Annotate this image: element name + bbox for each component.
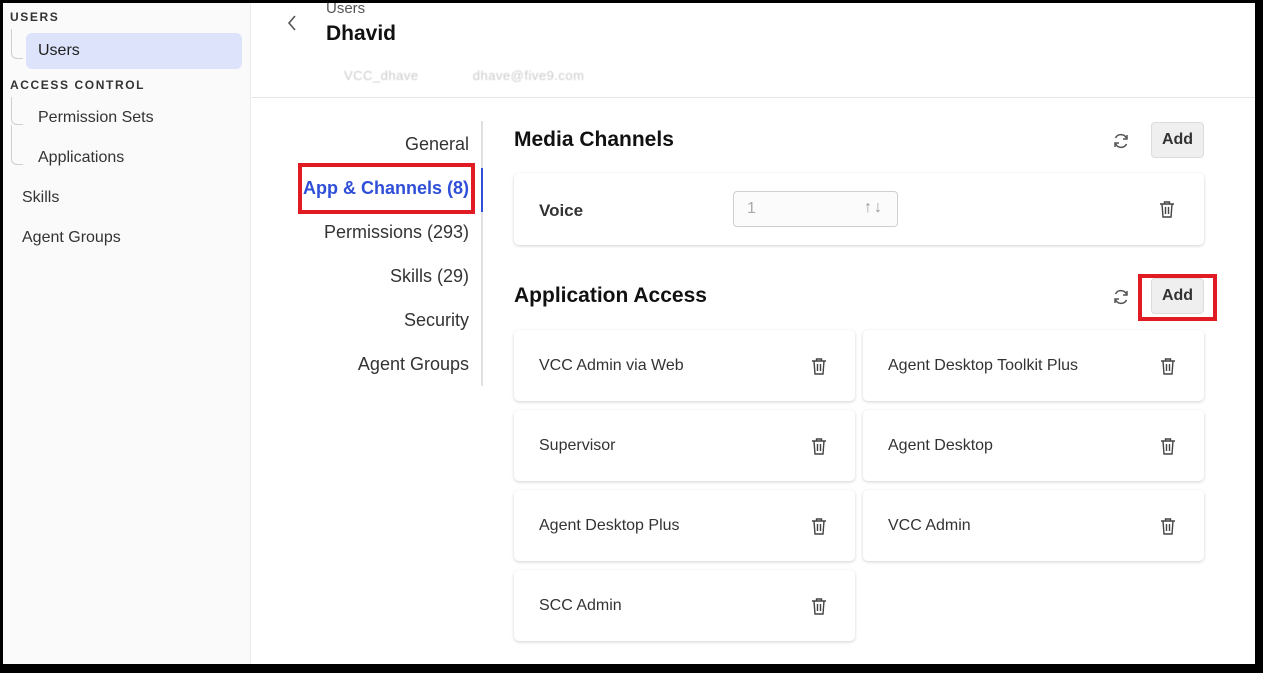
chevron-left-icon: [287, 15, 296, 31]
channel-name: Voice: [539, 201, 584, 220]
delete-application-button[interactable]: [1159, 517, 1177, 535]
media-channel-card: Voice 1 ↑↓: [514, 173, 1204, 245]
application-name: Agent Desktop Plus: [539, 517, 680, 534]
delete-application-button[interactable]: [810, 437, 828, 455]
media-add-button[interactable]: Add: [1151, 122, 1204, 158]
tree-connector: [11, 97, 23, 125]
user-meta: VCC_dhave dhave@five9.com: [326, 68, 584, 83]
apps-refresh-button[interactable]: [1110, 286, 1132, 308]
trash-icon: [1161, 358, 1175, 375]
arrow-down-icon[interactable]: ↓: [874, 199, 884, 216]
trash-icon: [812, 518, 826, 535]
media-channels-title: Media Channels: [514, 128, 674, 151]
sidebar-item-agent-groups[interactable]: Agent Groups: [22, 220, 121, 256]
user-email: dhave@five9.com: [472, 68, 585, 83]
apps-add-button[interactable]: Add: [1151, 278, 1204, 314]
back-button[interactable]: [282, 11, 302, 35]
tab-permissions[interactable]: Permissions (293): [324, 222, 469, 243]
tab-general[interactable]: General: [405, 134, 469, 155]
refresh-icon: [1114, 133, 1128, 149]
stepper-value: 1: [747, 200, 756, 217]
application-name: Supervisor: [539, 437, 616, 454]
tab-security[interactable]: Security: [404, 310, 469, 331]
stepper-arrows[interactable]: ↑↓: [864, 199, 884, 217]
trash-icon: [812, 438, 826, 455]
arrow-up-icon[interactable]: ↑: [864, 199, 874, 216]
delete-application-button[interactable]: [810, 597, 828, 615]
application-card: VCC Admin via Web: [514, 330, 855, 401]
application-name: Agent Desktop: [888, 437, 993, 454]
sidebar-section-access-control: ACCESS CONTROL: [10, 78, 146, 92]
delete-application-button[interactable]: [810, 357, 828, 375]
refresh-icon: [1114, 289, 1128, 305]
tab-agent-groups[interactable]: Agent Groups: [358, 354, 469, 375]
trash-icon: [1161, 518, 1175, 535]
delete-application-button[interactable]: [1159, 437, 1177, 455]
application-card: Agent Desktop Toolkit Plus: [863, 330, 1204, 401]
tree-connector: [11, 29, 23, 59]
trash-icon: [812, 598, 826, 615]
page-title: Dhavid: [326, 22, 397, 45]
application-name: SCC Admin: [539, 597, 622, 614]
sidebar-item-permission-sets[interactable]: Permission Sets: [38, 100, 154, 136]
delete-application-button[interactable]: [1159, 357, 1177, 375]
active-tab-indicator: [481, 168, 483, 212]
sidebar-item-users[interactable]: Users: [26, 33, 242, 69]
detail-tabs: General App & Channels (8) Permissions (…: [293, 121, 483, 386]
delete-application-button[interactable]: [810, 517, 828, 535]
application-card: Supervisor: [514, 410, 855, 481]
application-access-title: Application Access: [514, 284, 707, 307]
breadcrumb[interactable]: Users: [326, 3, 365, 17]
trash-icon: [812, 358, 826, 375]
trash-icon: [1161, 438, 1175, 455]
application-name: VCC Admin: [888, 517, 971, 534]
sidebar-item-skills[interactable]: Skills: [22, 180, 59, 216]
application-card: VCC Admin: [863, 490, 1204, 561]
tree-connector: [11, 125, 23, 165]
header-divider: [252, 97, 1255, 98]
media-refresh-button[interactable]: [1110, 130, 1132, 152]
application-card: SCC Admin: [514, 570, 855, 641]
app-window: USERS Users ACCESS CONTROL Permission Se…: [3, 3, 1255, 664]
sidebar-section-users: USERS: [10, 10, 60, 24]
tab-skills[interactable]: Skills (29): [390, 266, 469, 287]
sidebar: USERS Users ACCESS CONTROL Permission Se…: [3, 3, 251, 664]
tab-app-channels[interactable]: App & Channels (8): [303, 178, 469, 199]
application-card: Agent Desktop: [863, 410, 1204, 481]
application-name: VCC Admin via Web: [539, 357, 684, 374]
application-card: Agent Desktop Plus: [514, 490, 855, 561]
delete-channel-button[interactable]: [1158, 200, 1176, 218]
sidebar-item-applications[interactable]: Applications: [38, 140, 124, 176]
user-id: VCC_dhave: [344, 68, 419, 83]
trash-icon: [1160, 201, 1174, 218]
voice-quantity-stepper[interactable]: 1 ↑↓: [733, 191, 898, 227]
application-name: Agent Desktop Toolkit Plus: [888, 357, 1079, 374]
